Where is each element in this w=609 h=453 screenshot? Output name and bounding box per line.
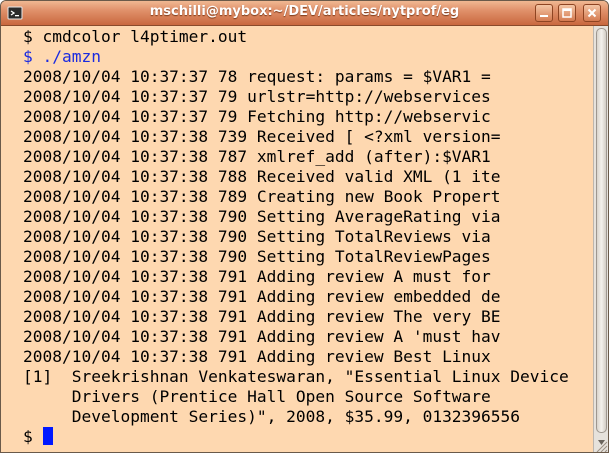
close-button[interactable] bbox=[583, 4, 601, 22]
log-line: 2008/10/04 10:37:38 789 Creating new Boo… bbox=[23, 187, 501, 206]
log-line: 2008/10/04 10:37:38 787 xmlref_add (afte… bbox=[23, 147, 491, 166]
title-bar[interactable]: mschilli@mybox:~/DEV/articles/nytprof/eg bbox=[1, 1, 608, 26]
text-cursor bbox=[42, 427, 53, 445]
log-line: 2008/10/04 10:37:37 79 Fetching http://w… bbox=[23, 107, 491, 126]
log-line: 2008/10/04 10:37:38 791 Adding review A … bbox=[23, 267, 491, 286]
output-line: Drivers (Prentice Hall Open Source Softw… bbox=[23, 387, 491, 406]
minimize-icon bbox=[540, 15, 548, 17]
log-line: 2008/10/04 10:37:38 791 Adding review A … bbox=[23, 327, 501, 346]
maximize-icon bbox=[562, 8, 572, 18]
log-line: 2008/10/04 10:37:38 739 Received [ <?xml… bbox=[23, 127, 501, 146]
command-line: $ ./amzn bbox=[23, 47, 101, 66]
command-line: $ cmdcolor l4ptimer.out bbox=[23, 27, 248, 46]
terminal-output[interactable]: $ cmdcolor l4ptimer.out $ ./amzn 2008/10… bbox=[1, 26, 592, 452]
terminal-window: mschilli@mybox:~/DEV/articles/nytprof/eg… bbox=[0, 0, 609, 453]
minimize-button[interactable] bbox=[535, 4, 553, 22]
prompt: $ bbox=[23, 427, 43, 446]
log-line: 2008/10/04 10:37:38 790 Setting TotalRev… bbox=[23, 247, 491, 266]
log-line: 2008/10/04 10:37:38 791 Adding review Be… bbox=[23, 347, 491, 366]
log-line: 2008/10/04 10:37:38 790 Setting AverageR… bbox=[23, 207, 501, 226]
resize-grip-icon[interactable] bbox=[594, 439, 608, 452]
window-title: mschilli@mybox:~/DEV/articles/nytprof/eg bbox=[149, 4, 460, 19]
log-line: 2008/10/04 10:37:38 791 Adding review em… bbox=[23, 287, 501, 306]
log-line: 2008/10/04 10:37:38 791 Adding review Th… bbox=[23, 307, 501, 326]
log-line: 2008/10/04 10:37:37 78 request: params =… bbox=[23, 67, 491, 86]
prompt-line[interactable]: $ bbox=[23, 427, 53, 447]
log-line: 2008/10/04 10:37:38 788 Received valid X… bbox=[23, 167, 501, 186]
log-line: 2008/10/04 10:37:37 79 urlstr=http://web… bbox=[23, 87, 491, 106]
scrollbar-thumb[interactable] bbox=[596, 28, 607, 433]
maximize-button[interactable] bbox=[558, 4, 576, 22]
log-line: 2008/10/04 10:37:38 790 Setting TotalRev… bbox=[23, 227, 491, 246]
output-line: [1] Sreekrishnan Venkateswaran, "Essenti… bbox=[23, 367, 569, 386]
output-line: Development Series)", 2008, $35.99, 0132… bbox=[23, 407, 521, 426]
close-icon bbox=[587, 8, 597, 18]
vertical-scrollbar[interactable] bbox=[593, 26, 608, 452]
